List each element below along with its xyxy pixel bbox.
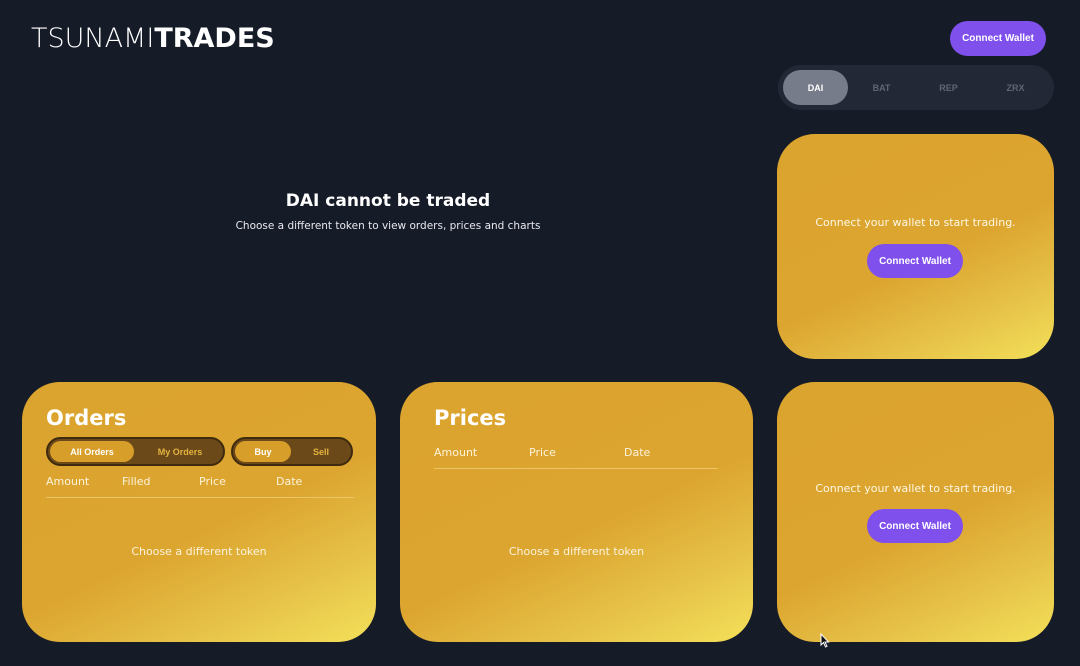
orders-col-price: Price [199, 475, 226, 488]
orders-panel: Orders All Orders My Orders Buy Sell Amo… [22, 382, 376, 642]
trade-panel-connect-wallet-button[interactable]: Connect Wallet [867, 244, 963, 278]
my-orders-tab[interactable]: My Orders [138, 441, 222, 462]
token-selector: DAI BAT REP ZRX [778, 65, 1054, 110]
orders-empty-message: Choose a different token [131, 545, 267, 558]
notice-subtitle: Choose a different token to view orders,… [235, 220, 541, 232]
all-orders-tab[interactable]: All Orders [50, 441, 134, 462]
mouse-cursor-icon [820, 633, 830, 648]
orders-divider [46, 497, 354, 498]
wallet-panel-message: Connect your wallet to start trading. [815, 482, 1016, 495]
orders-filter-toggle: All Orders My Orders [46, 437, 225, 466]
app-logo: TSUNAMITRADES [31, 24, 275, 54]
prices-col-price: Price [529, 446, 556, 459]
trade-panel-message: Connect your wallet to start trading. [815, 216, 1016, 229]
token-tab-bat[interactable]: BAT [849, 70, 914, 105]
wallet-panel: Connect your wallet to start trading. Co… [777, 382, 1054, 642]
token-tab-zrx[interactable]: ZRX [983, 70, 1048, 105]
prices-col-date: Date [624, 446, 651, 459]
notice-title: DAI cannot be traded [285, 191, 491, 211]
orders-col-date: Date [276, 475, 303, 488]
token-tab-dai[interactable]: DAI [783, 70, 848, 105]
trade-panel: Connect your wallet to start trading. Co… [777, 134, 1054, 359]
buy-tab[interactable]: Buy [235, 441, 291, 462]
prices-col-amount: Amount [434, 446, 478, 459]
untradeable-notice: DAI cannot be traded Choose a different … [188, 190, 588, 232]
orders-side-toggle: Buy Sell [231, 437, 353, 466]
logo-text-light: TSUNAMI [31, 23, 155, 54]
prices-panel: Prices Amount Price Date Choose a differ… [400, 382, 753, 642]
prices-divider [434, 468, 718, 469]
header-connect-wallet-button[interactable]: Connect Wallet [950, 21, 1046, 56]
orders-col-amount: Amount [46, 475, 90, 488]
orders-title: Orders [46, 406, 127, 430]
logo-text-bold: TRADES [154, 23, 275, 54]
token-tab-rep[interactable]: REP [916, 70, 981, 105]
sell-tab[interactable]: Sell [293, 441, 349, 462]
prices-empty-message: Choose a different token [508, 545, 645, 558]
orders-col-filled: Filled [122, 475, 151, 488]
prices-title: Prices [434, 406, 507, 430]
wallet-panel-connect-wallet-button[interactable]: Connect Wallet [867, 509, 963, 543]
